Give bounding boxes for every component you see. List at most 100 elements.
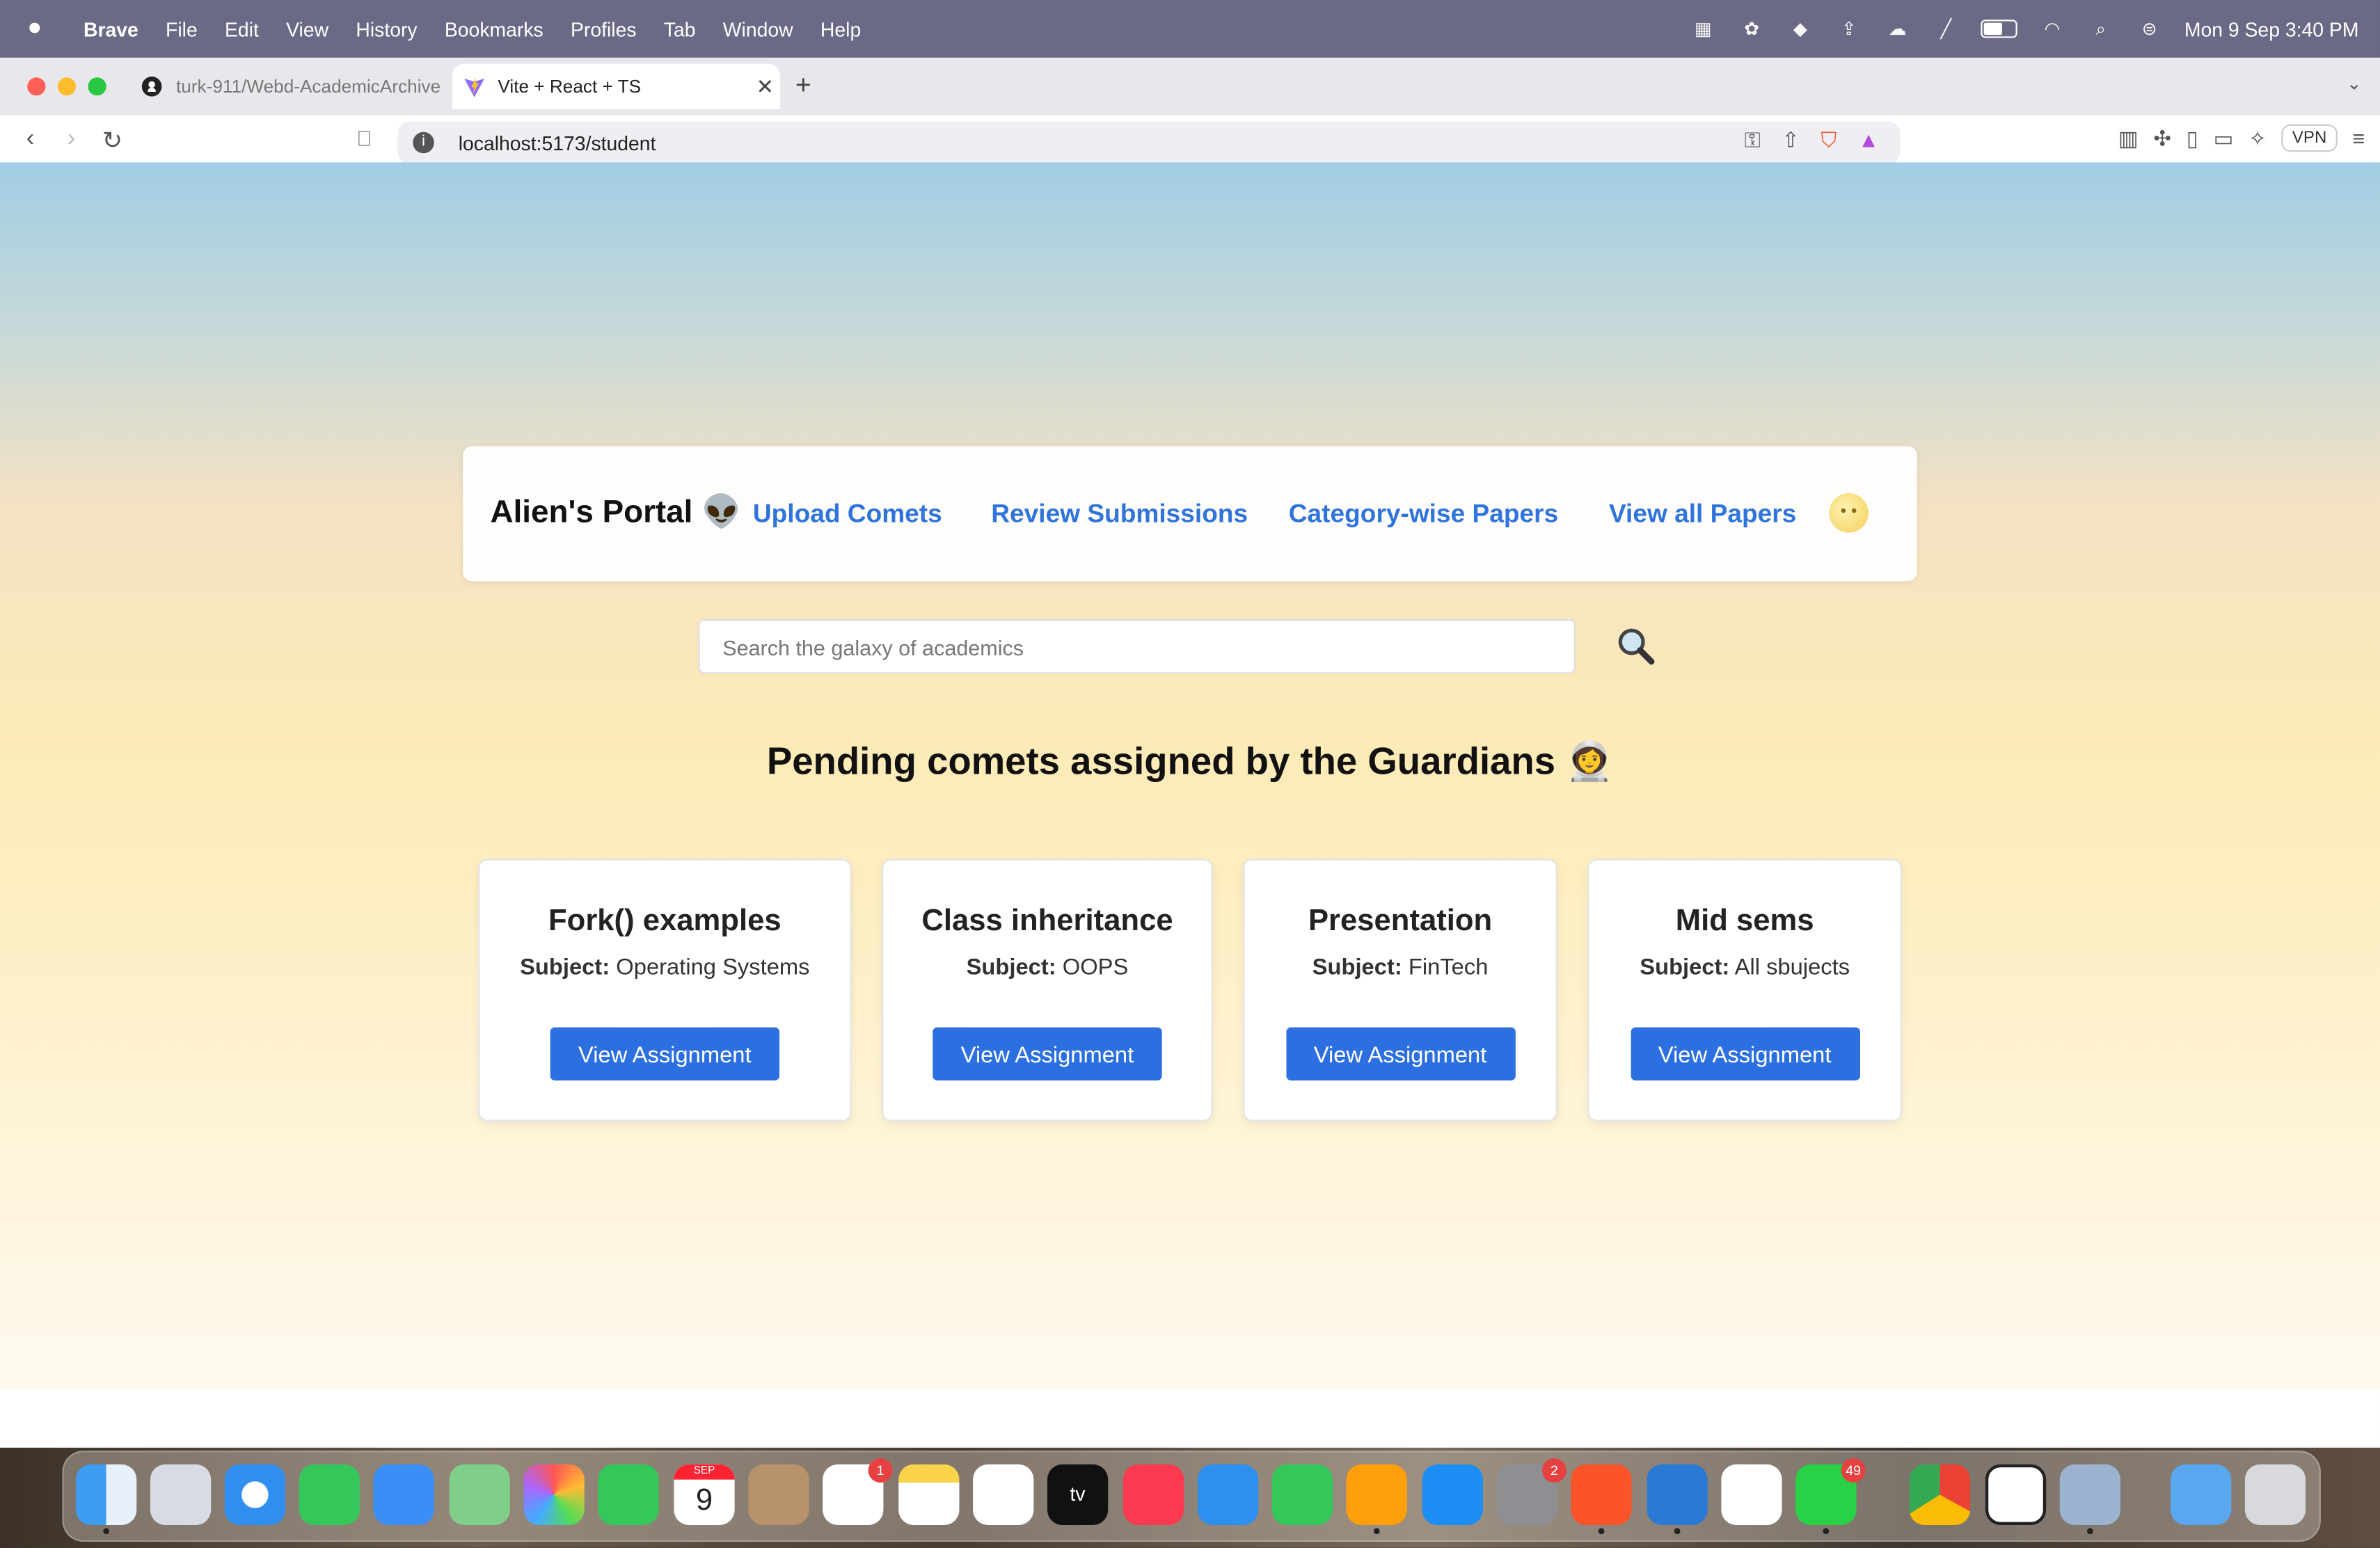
- status-extension-icon[interactable]: ▦: [1690, 18, 1717, 40]
- running-indicator: [1598, 1528, 1605, 1535]
- apple-tv-icon[interactable]: tv: [1047, 1464, 1109, 1526]
- trash-icon[interactable]: [2244, 1464, 2306, 1526]
- app-store-icon[interactable]: [1422, 1464, 1483, 1526]
- view-assignment-button[interactable]: View Assignment: [550, 1027, 780, 1080]
- music-icon[interactable]: [1123, 1464, 1184, 1526]
- facetime-icon[interactable]: [598, 1464, 659, 1526]
- portal-brand[interactable]: Alien's Portal 👽: [491, 495, 742, 531]
- address-bar[interactable]: i localhost:5173/student ⚿ ⇧ ⛉ ▲: [397, 121, 1901, 164]
- site-info-icon[interactable]: i: [413, 131, 434, 154]
- control-center-icon[interactable]: ⊜: [2136, 18, 2163, 40]
- messages-icon[interactable]: [299, 1464, 360, 1526]
- pages-icon[interactable]: [1346, 1464, 1407, 1535]
- menu-hamburger-icon[interactable]: ≡: [2352, 126, 2365, 150]
- system-settings-icon[interactable]: 2: [1496, 1458, 1566, 1526]
- menu-window[interactable]: Window: [709, 17, 807, 40]
- menu-bar-clock[interactable]: Mon 9 Sep 3:40 PM: [2184, 17, 2359, 40]
- url-text[interactable]: localhost:5173/student: [459, 131, 656, 154]
- keynote-icon[interactable]: [1197, 1464, 1259, 1526]
- preview-icon[interactable]: [2059, 1464, 2121, 1535]
- view-assignment-button[interactable]: View Assignment: [1285, 1027, 1515, 1080]
- github-icon: [140, 74, 164, 99]
- brave-browser-icon[interactable]: [1571, 1464, 1632, 1535]
- calendar-day: 9: [695, 1484, 713, 1518]
- page-heading: Pending comets assigned by the Guardians…: [766, 740, 1614, 783]
- chatgpt-status-icon[interactable]: ✿: [1738, 18, 1766, 40]
- search-input[interactable]: [719, 621, 1546, 676]
- leo-ai-icon[interactable]: ✧: [2248, 125, 2267, 151]
- finder-icon[interactable]: [76, 1464, 137, 1535]
- launchpad-icon[interactable]: [150, 1464, 212, 1526]
- view-assignment-button[interactable]: View Assignment: [1630, 1027, 1859, 1080]
- notes-icon[interactable]: [898, 1464, 960, 1526]
- menu-view[interactable]: View: [273, 17, 342, 40]
- freeform-icon[interactable]: [973, 1464, 1034, 1526]
- mail-icon[interactable]: [373, 1464, 434, 1526]
- chatgpt-icon[interactable]: [1721, 1464, 1782, 1526]
- bookmark-icon[interactable]: ⎕: [349, 126, 380, 152]
- close-tab-icon[interactable]: ✕: [749, 74, 780, 99]
- brave-rewards-icon[interactable]: ▲: [1858, 127, 1879, 153]
- back-button[interactable]: ‹: [15, 126, 46, 153]
- address-bar-actions: ⚿ ⇧ ⛉ ▲: [1745, 127, 1880, 153]
- weather-status-icon[interactable]: ☁: [1884, 18, 1911, 40]
- reload-button[interactable]: ↻: [97, 126, 128, 157]
- upload-status-icon[interactable]: ⇪: [1835, 18, 1862, 40]
- forward-button[interactable]: ›: [56, 126, 87, 153]
- toolbar-right-actions: ▥ ✣ ▯ ▭ ✧ VPN ≡: [2118, 124, 2365, 152]
- elephant-status-icon[interactable]: ◆: [1786, 18, 1814, 40]
- vpn-button[interactable]: VPN: [2281, 124, 2338, 152]
- subject-value: Operating Systems: [616, 954, 810, 981]
- safari-icon[interactable]: [224, 1464, 286, 1526]
- menu-edit[interactable]: Edit: [211, 17, 272, 40]
- tab-vite-react[interactable]: Vite + React + TS ✕: [452, 63, 781, 110]
- pen-status-icon[interactable]: ╱: [1933, 18, 1960, 40]
- photos-icon[interactable]: [523, 1464, 585, 1526]
- calendar-icon[interactable]: SEP 9: [674, 1464, 735, 1526]
- zoom-window-button[interactable]: [88, 77, 106, 96]
- theme-toggle-moon-icon[interactable]: [1829, 493, 1869, 533]
- nav-view-all-papers[interactable]: View all Papers: [1609, 500, 1796, 530]
- maps-icon[interactable]: [449, 1464, 510, 1526]
- nav-category-wise-papers[interactable]: Category-wise Papers: [1289, 500, 1558, 530]
- minimize-window-button[interactable]: [57, 77, 77, 96]
- vscode-icon[interactable]: [1647, 1464, 1708, 1535]
- chevron-down-icon[interactable]: ⌄: [2347, 73, 2362, 95]
- share-icon[interactable]: ⇧: [1782, 127, 1800, 153]
- nav-upload-comets[interactable]: Upload Comets: [753, 500, 942, 530]
- menu-tab[interactable]: Tab: [650, 17, 709, 40]
- menu-bookmarks[interactable]: Bookmarks: [431, 17, 557, 40]
- reminders-icon[interactable]: 1: [823, 1458, 893, 1526]
- wifi-icon[interactable]: ◠: [2038, 18, 2065, 40]
- whatsapp-icon[interactable]: 49: [1795, 1458, 1866, 1535]
- contacts-icon[interactable]: [748, 1464, 809, 1526]
- extensions-icon[interactable]: ✣: [2154, 125, 2172, 151]
- password-key-icon[interactable]: ⚿: [1745, 127, 1761, 153]
- assignment-title: Mid sems: [1675, 904, 1814, 938]
- brave-shields-icon[interactable]: ⛉: [1821, 127, 1837, 153]
- menu-profiles[interactable]: Profiles: [557, 17, 650, 40]
- view-assignment-button[interactable]: View Assignment: [933, 1027, 1162, 1080]
- menu-app-name[interactable]: Brave: [70, 17, 152, 40]
- clock-icon[interactable]: [1985, 1464, 2047, 1526]
- close-window-button[interactable]: [27, 77, 46, 96]
- chrome-icon[interactable]: [1909, 1464, 1971, 1526]
- wallet-icon[interactable]: ▭: [2214, 125, 2234, 151]
- menu-help[interactable]: Help: [807, 17, 875, 40]
- downloads-folder-icon[interactable]: [2171, 1464, 2232, 1526]
- running-indicator: [2087, 1528, 2093, 1535]
- search-icon[interactable]: [1615, 625, 1658, 668]
- new-tab-button[interactable]: +: [795, 70, 811, 102]
- stats-icon[interactable]: ▥: [2118, 125, 2139, 151]
- battery-icon[interactable]: [1981, 19, 2017, 38]
- spotlight-search-icon[interactable]: ⌕: [2087, 18, 2114, 40]
- tab-github[interactable]: turk-911/Webd-AcademicArchive: [131, 64, 443, 109]
- assignment-card: Presentation Subject: FinTech View Assig…: [1243, 859, 1557, 1122]
- numbers-icon[interactable]: [1271, 1464, 1333, 1526]
- apple-menu-icon[interactable]: ●: [27, 16, 49, 41]
- sidebar-icon[interactable]: ▯: [2187, 125, 2198, 151]
- menu-file[interactable]: File: [152, 17, 211, 40]
- assignment-title: Class inheritance: [921, 904, 1173, 938]
- menu-history[interactable]: History: [342, 17, 431, 40]
- nav-review-submissions[interactable]: Review Submissions: [991, 500, 1248, 530]
